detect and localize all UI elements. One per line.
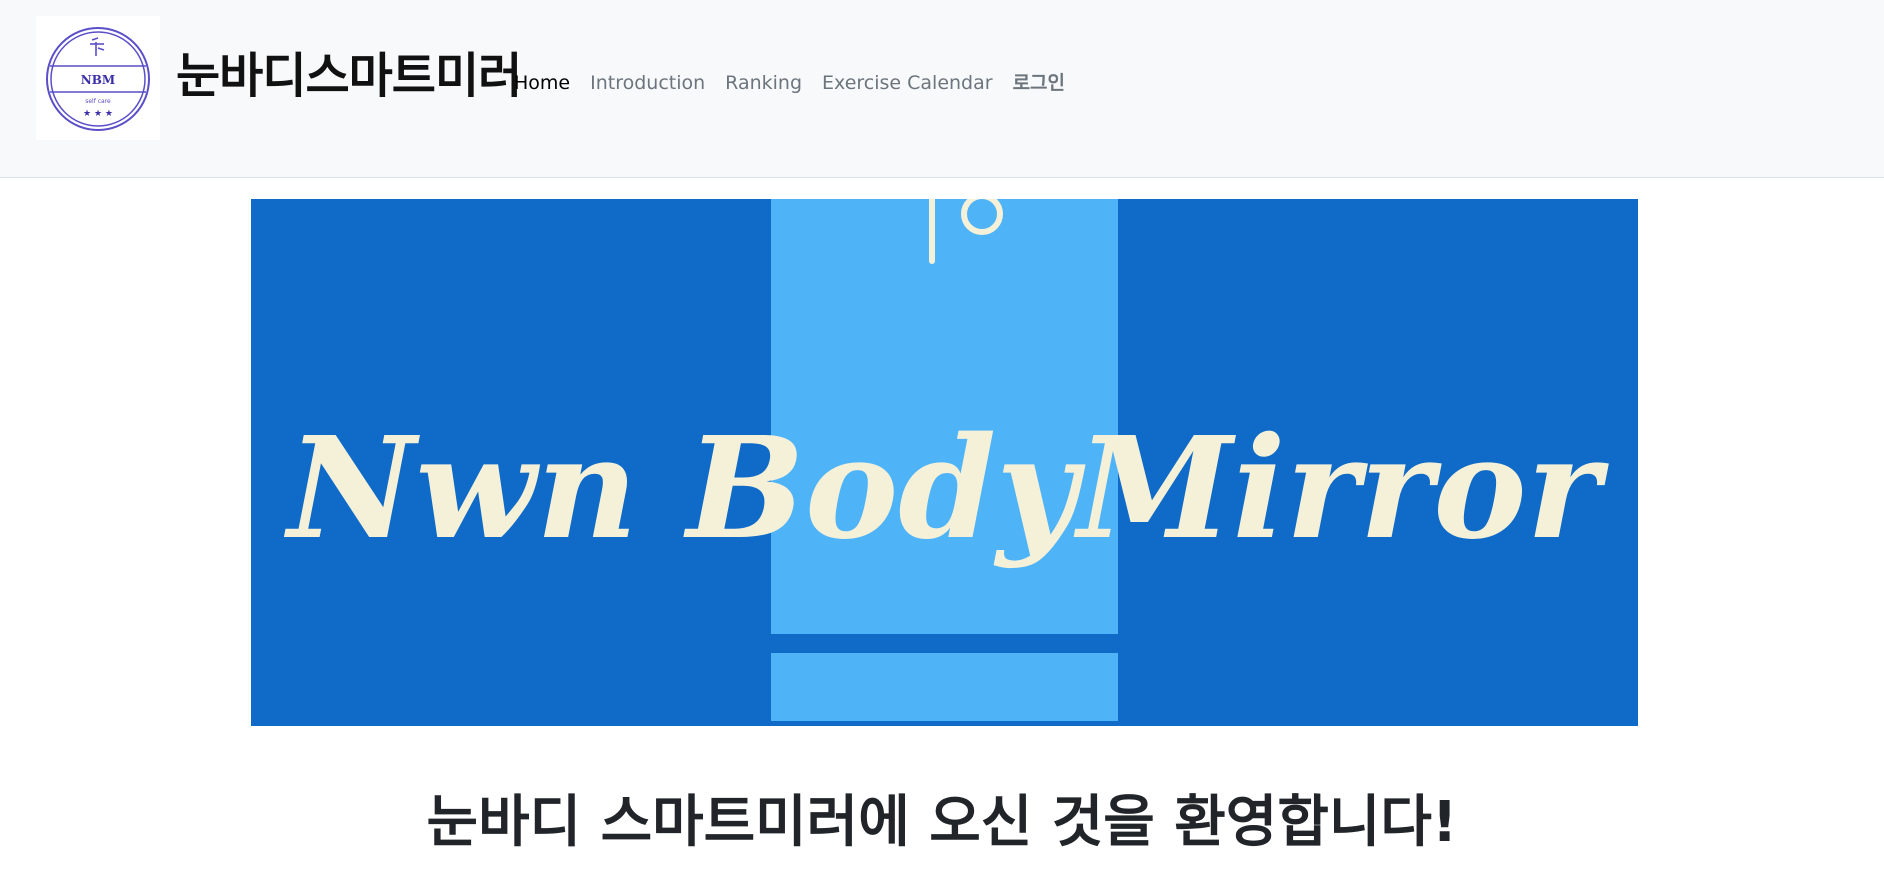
hero-banner: Nwn BodyMirror (251, 199, 1638, 726)
logo-subtext: self care (85, 98, 111, 105)
logo-text: NBM (81, 73, 115, 87)
brand-name[interactable]: 눈바디스마트미러 (176, 40, 522, 112)
welcome-heading: 눈바디 스마트미러에 오신 것을 환영합니다! (426, 790, 1458, 855)
nav-exercise-calendar[interactable]: Exercise Calendar (822, 66, 993, 100)
brand-logo[interactable]: NBM self care ★ ★ ★ (36, 16, 160, 140)
navbar: NBM self care ★ ★ ★ 눈바디스마트미러 Home Introd… (0, 0, 1884, 178)
logo-stars: ★ ★ ★ (83, 109, 113, 119)
banner-title: Nwn BodyMirror (284, 407, 1610, 571)
banner-panel-lower (771, 653, 1118, 721)
nav-home[interactable]: Home (514, 66, 570, 100)
nbm-logo-icon: NBM self care ★ ★ ★ (46, 27, 150, 131)
banner-image: Nwn BodyMirror (251, 199, 1638, 726)
nav-introduction[interactable]: Introduction (590, 66, 705, 100)
nav-ranking[interactable]: Ranking (725, 66, 802, 100)
leaf-icon (90, 37, 105, 56)
nav-login[interactable]: 로그인 (1013, 66, 1065, 100)
main-nav: Home Introduction Ranking Exercise Calen… (514, 66, 1065, 100)
